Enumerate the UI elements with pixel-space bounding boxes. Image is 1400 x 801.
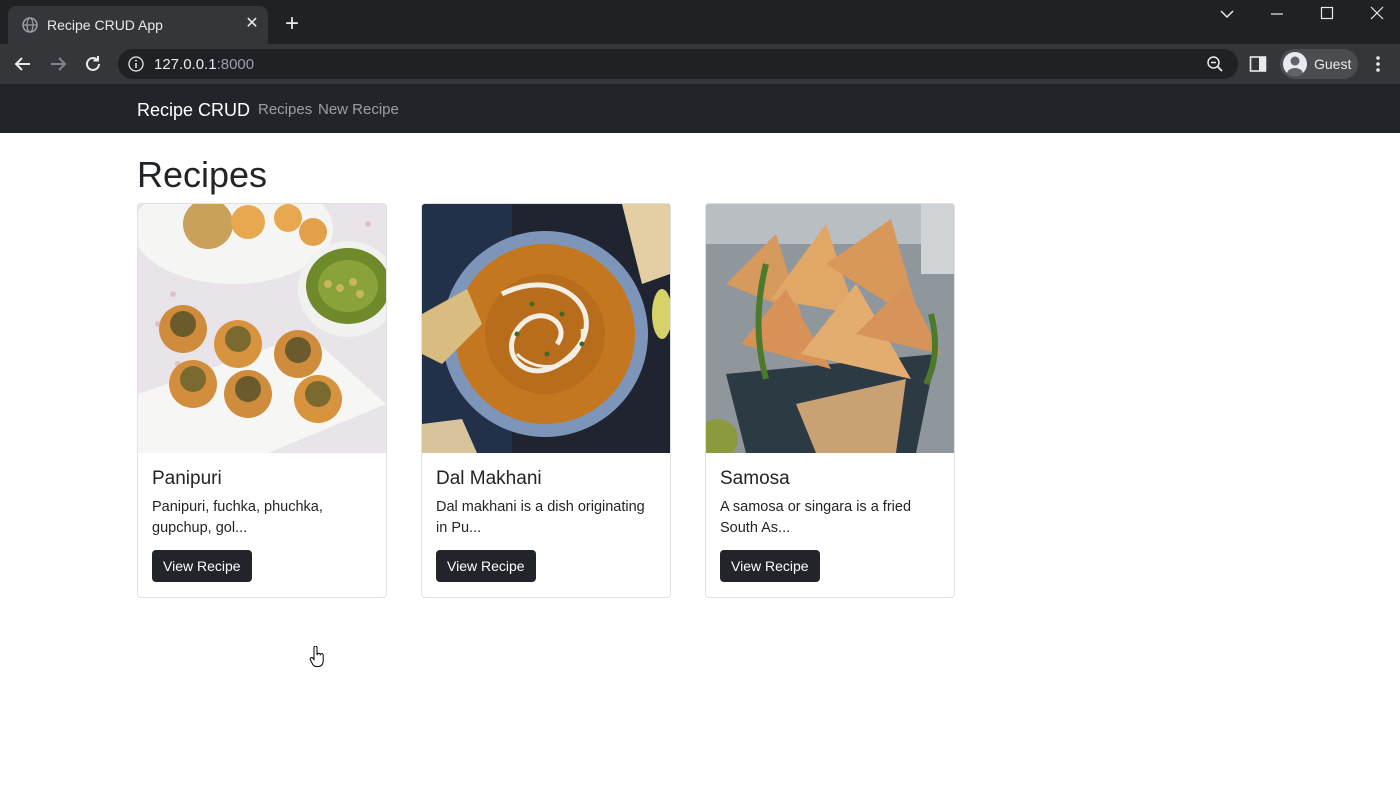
close-window-icon[interactable] xyxy=(1362,6,1392,26)
address-bar[interactable]: 127.0.0.1:8000 xyxy=(118,49,1238,79)
globe-icon xyxy=(22,17,38,33)
profile-label: Guest xyxy=(1314,56,1352,72)
forward-icon[interactable] xyxy=(46,52,70,76)
site-info-icon[interactable] xyxy=(128,56,144,72)
maximize-icon[interactable] xyxy=(1312,6,1342,26)
brand-link[interactable]: Recipe CRUD xyxy=(137,100,250,121)
back-icon[interactable] xyxy=(11,52,35,76)
recipe-card: Panipuri Panipuri, fuchka, phuchka, gupc… xyxy=(137,203,387,598)
hand-cursor-icon xyxy=(309,646,324,667)
avatar-icon xyxy=(1283,52,1307,76)
nav-link-new-recipe[interactable]: New Recipe xyxy=(318,101,399,118)
browser-tab-strip: Recipe CRUD App ✕ + xyxy=(0,0,1400,44)
nav-link-recipes[interactable]: Recipes xyxy=(258,101,312,118)
recipe-excerpt: Dal makhani is a dish originating in Pu.… xyxy=(436,499,645,536)
recipe-image-panipuri xyxy=(138,204,386,453)
recipe-title: Panipuri xyxy=(152,468,222,489)
recipe-excerpt: A samosa or singara is a fried South As.… xyxy=(720,499,912,536)
new-tab-icon[interactable]: + xyxy=(282,12,302,36)
browser-toolbar: 127.0.0.1:8000 Guest xyxy=(0,44,1400,84)
kebab-menu-icon[interactable] xyxy=(1370,54,1386,74)
recipe-image-samosa xyxy=(706,204,954,453)
profile-button[interactable]: Guest xyxy=(1280,49,1358,79)
view-recipe-button[interactable]: View Recipe xyxy=(152,550,252,582)
page-title: Recipes xyxy=(137,154,268,195)
view-recipe-button[interactable]: View Recipe xyxy=(436,550,536,582)
view-recipe-button[interactable]: View Recipe xyxy=(720,550,820,582)
recipe-excerpt: Panipuri, fuchka, phuchka, gupchup, gol.… xyxy=(152,499,323,536)
tab-search-icon[interactable] xyxy=(1212,6,1242,26)
tab-title: Recipe CRUD App xyxy=(47,17,163,33)
recipe-title: Samosa xyxy=(720,468,790,489)
recipe-image-dal-makhani xyxy=(422,204,670,453)
recipe-card: Dal Makhani Dal makhani is a dish origin… xyxy=(421,203,671,598)
browser-tab[interactable]: Recipe CRUD App ✕ xyxy=(8,6,268,44)
minimize-icon[interactable] xyxy=(1262,6,1292,26)
close-tab-icon[interactable]: ✕ xyxy=(244,16,260,32)
recipe-title: Dal Makhani xyxy=(436,468,542,489)
site-navbar: Recipe CRUD Recipes New Recipe xyxy=(0,84,1400,133)
zoom-icon[interactable] xyxy=(1206,55,1224,73)
side-panel-icon[interactable] xyxy=(1248,54,1268,74)
recipe-card: Samosa A samosa or singara is a fried So… xyxy=(705,203,955,598)
reload-icon[interactable] xyxy=(81,52,105,76)
url-text: 127.0.0.1:8000 xyxy=(154,56,255,73)
